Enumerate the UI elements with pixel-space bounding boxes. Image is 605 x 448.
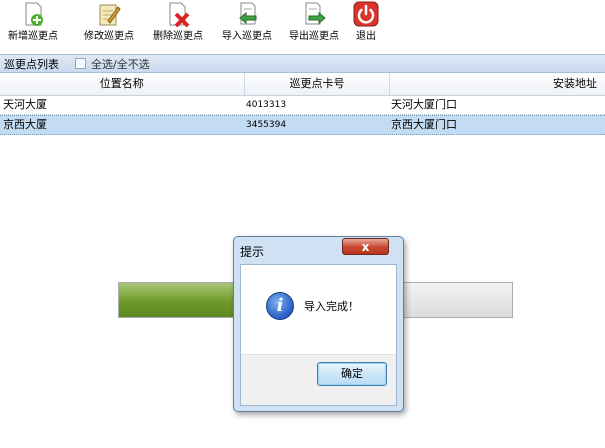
column-header-install-address[interactable]: 安装地址 xyxy=(390,73,605,95)
checkpoint-list-bar: 巡更点列表 全选/全不选 xyxy=(0,54,605,73)
edit-notepad-icon xyxy=(96,1,122,27)
dialog-message: 导入完成！ xyxy=(304,300,359,313)
delete-checkpoint-label: 删除巡更点 xyxy=(153,31,203,42)
import-checkpoint-button[interactable]: 导入巡更点 xyxy=(216,0,278,44)
dialog-close-button[interactable]: x xyxy=(342,238,389,255)
cell-install-address: 京西大厦门口 xyxy=(391,118,457,131)
export-checkpoint-button[interactable]: 导出巡更点 xyxy=(283,0,345,44)
delete-file-icon xyxy=(165,1,191,28)
dialog-body: i 导入完成！ 确定 xyxy=(240,264,397,406)
delete-checkpoint-button[interactable]: 删除巡更点 xyxy=(147,0,209,44)
cell-card-number: 3455394 xyxy=(246,120,287,130)
cell-card-number: 4013313 xyxy=(246,100,287,110)
import-icon xyxy=(234,1,260,27)
export-checkpoint-label: 导出巡更点 xyxy=(289,31,339,42)
cell-location: 天河大厦 xyxy=(3,98,47,111)
table-row[interactable]: 天河大厦 4013313 天河大厦门口 xyxy=(0,96,605,115)
table-header: 位置名称 巡更点卡号 安装地址 xyxy=(0,73,605,96)
checkpoint-table: 位置名称 巡更点卡号 安装地址 天河大厦 4013313 天河大厦门口 京西大厦… xyxy=(0,73,605,135)
ok-button[interactable]: 确定 xyxy=(317,362,387,386)
column-header-location[interactable]: 位置名称 xyxy=(0,73,245,95)
edit-checkpoint-button[interactable]: 修改巡更点 xyxy=(78,0,140,44)
close-icon: x xyxy=(361,239,370,254)
progress-fill xyxy=(119,283,237,317)
message-dialog: 提示 x i 导入完成！ 确定 xyxy=(233,236,404,412)
edit-checkpoint-label: 修改巡更点 xyxy=(84,31,134,42)
exit-label: 退出 xyxy=(356,31,376,42)
cell-location: 京西大厦 xyxy=(3,118,47,131)
list-title: 巡更点列表 xyxy=(4,57,59,71)
table-row-selected[interactable]: 京西大厦 3455394 京西大厦门口 xyxy=(0,115,605,135)
toolbar: 新增巡更点 修改巡更点 删除巡更点 导入巡更点 导出巡更点 退出 xyxy=(0,0,605,44)
add-checkpoint-button[interactable]: 新增巡更点 xyxy=(4,0,62,44)
exit-button[interactable]: 退出 xyxy=(352,0,380,44)
add-checkpoint-label: 新增巡更点 xyxy=(8,31,58,42)
column-header-card-number[interactable]: 巡更点卡号 xyxy=(245,73,391,95)
cell-install-address: 天河大厦门口 xyxy=(391,98,457,111)
add-file-icon xyxy=(20,1,46,27)
power-icon xyxy=(353,1,379,27)
info-icon: i xyxy=(266,292,294,320)
select-all-checkbox[interactable] xyxy=(75,58,86,69)
dialog-title: 提示 xyxy=(240,245,265,259)
import-checkpoint-label: 导入巡更点 xyxy=(222,31,272,42)
select-all-label[interactable]: 全选/全不选 xyxy=(91,56,150,72)
export-icon xyxy=(301,1,327,27)
